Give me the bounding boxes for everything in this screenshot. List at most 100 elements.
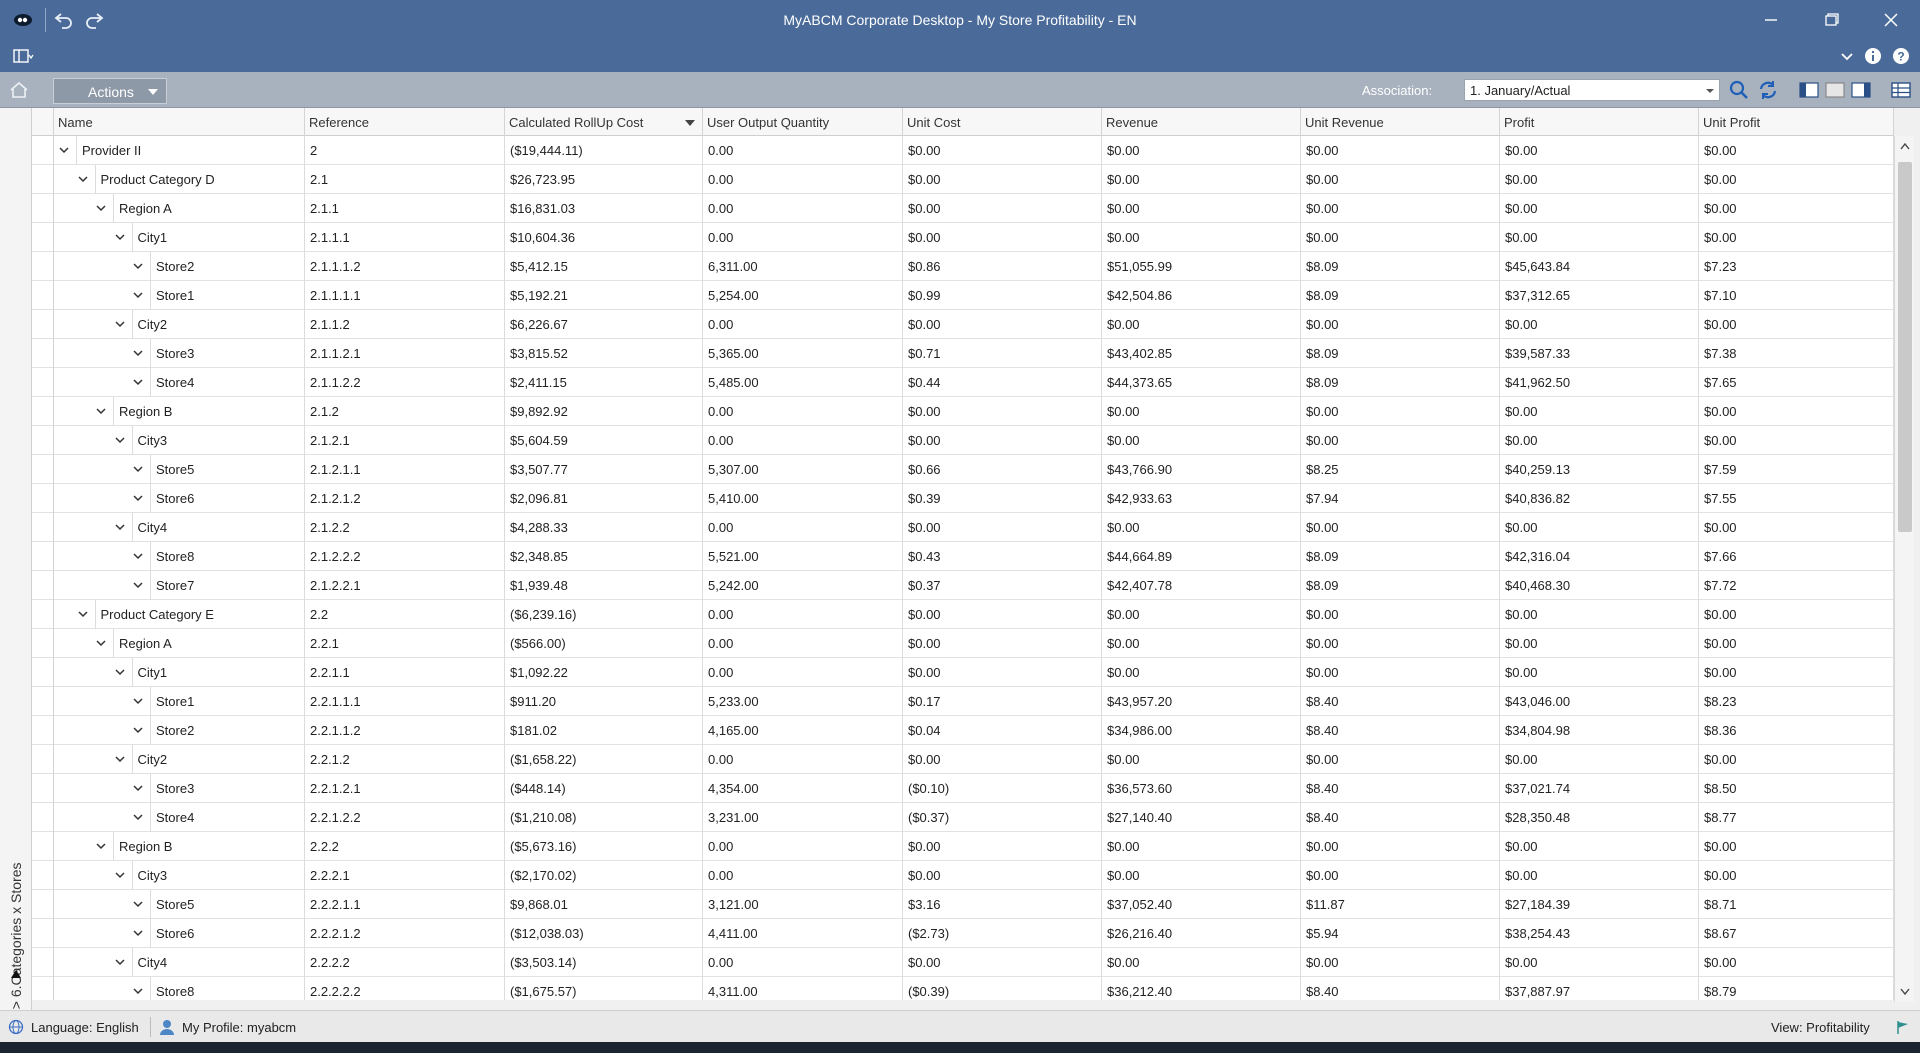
chevron-down-icon[interactable] xyxy=(132,899,144,909)
layout-right-icon[interactable] xyxy=(1850,79,1872,101)
table-row[interactable]: Provider II 2 ($19,444.11) 0.00 $0.00 $0.00 $0… xyxy=(32,136,1894,165)
info-icon[interactable] xyxy=(1862,46,1884,66)
chevron-down-icon[interactable] xyxy=(77,609,89,619)
chevron-down-icon[interactable] xyxy=(95,203,107,213)
table-row[interactable]: City1 2.2.1.1 $1,092.22 0.00 $0.00 $0.00 $0.00… xyxy=(32,658,1894,687)
table-row[interactable]: City2 2.2.1.2 ($1,658.22) 0.00 $0.00 $0.00 $0.… xyxy=(32,745,1894,774)
table-row[interactable]: City4 2.2.2.2 ($3,503.14) 0.00 $0.00 $0.00 $0.… xyxy=(32,948,1894,977)
tree-name-cell[interactable]: Store4 xyxy=(54,803,305,832)
table-row[interactable]: City2 2.1.1.2 $6,226.67 0.00 $0.00 $0.00 $0.00… xyxy=(32,310,1894,339)
chevron-down-icon[interactable] xyxy=(132,696,144,706)
table-row[interactable]: Store6 2.2.2.1.2 ($12,038.03) 4,411.00 ($2.7… xyxy=(32,919,1894,948)
tree-name-cell[interactable]: Store2 xyxy=(54,252,305,281)
chevron-down-icon[interactable] xyxy=(58,145,70,155)
column-header-name[interactable]: Name xyxy=(54,108,305,136)
tree-name-cell[interactable]: City4 xyxy=(54,948,305,977)
sort-descending-icon[interactable] xyxy=(684,118,696,128)
chevron-down-icon[interactable] xyxy=(132,290,144,300)
chevron-down-icon[interactable] xyxy=(95,406,107,416)
tree-name-cell[interactable]: City3 xyxy=(54,861,305,890)
chevron-down-icon[interactable] xyxy=(132,783,144,793)
column-header-profit[interactable]: Profit xyxy=(1500,108,1699,136)
tree-name-cell[interactable]: Store2 xyxy=(54,716,305,745)
row-selector-column[interactable] xyxy=(32,108,54,1000)
minimize-icon[interactable] xyxy=(1757,8,1785,32)
chevron-down-icon[interactable] xyxy=(77,174,89,184)
restore-icon[interactable] xyxy=(1817,8,1845,32)
table-row[interactable]: Store4 2.2.1.2.2 ($1,210.08) 3,231.00 ($0.37… xyxy=(32,803,1894,832)
profile-status[interactable]: My Profile: myabcm xyxy=(182,1020,296,1035)
refresh-icon[interactable] xyxy=(1757,79,1779,101)
chevron-down-icon[interactable] xyxy=(132,261,144,271)
column-header-calculated-rollup-cost[interactable]: Calculated RollUp Cost xyxy=(505,108,703,136)
table-row[interactable]: Store3 2.2.1.2.1 ($448.14) 4,354.00 ($0.10) $… xyxy=(32,774,1894,803)
tree-name-cell[interactable]: Store6 xyxy=(54,484,305,513)
tree-name-cell[interactable]: Store4 xyxy=(54,368,305,397)
tree-name-cell[interactable]: Region A xyxy=(54,194,305,223)
table-row[interactable]: Store8 2.1.2.2.2 $2,348.85 5,521.00 $0.43 $44… xyxy=(32,542,1894,571)
home-icon[interactable] xyxy=(8,80,30,100)
table-row[interactable]: City3 2.1.2.1 $5,604.59 0.00 $0.00 $0.00 $0.00… xyxy=(32,426,1894,455)
tree-name-cell[interactable]: City3 xyxy=(54,426,305,455)
tree-name-cell[interactable]: Region A xyxy=(54,629,305,658)
grid-view-icon[interactable] xyxy=(1890,79,1912,101)
chevron-down-icon[interactable] xyxy=(95,841,107,851)
view-status[interactable]: View: Profitability xyxy=(1771,1020,1870,1035)
tree-name-cell[interactable]: Region B xyxy=(54,397,305,426)
close-icon[interactable] xyxy=(1877,8,1905,32)
tree-name-cell[interactable]: Store1 xyxy=(54,281,305,310)
chevron-down-icon[interactable] xyxy=(95,638,107,648)
tree-name-cell[interactable]: Store7 xyxy=(54,571,305,600)
table-row[interactable]: City1 2.1.1.1 $10,604.36 0.00 $0.00 $0.00 $0.0… xyxy=(32,223,1894,252)
actions-button[interactable]: Actions xyxy=(53,78,167,104)
table-row[interactable]: Store5 2.1.2.1.1 $3,507.77 5,307.00 $0.66 $43… xyxy=(32,455,1894,484)
chevron-down-icon[interactable] xyxy=(114,754,126,764)
tree-name-cell[interactable]: Store1 xyxy=(54,687,305,716)
tree-name-cell[interactable]: Store5 xyxy=(54,455,305,484)
table-row[interactable]: Product Category E 2.2 ($6,239.16) 0.00 $0.0… xyxy=(32,600,1894,629)
chevron-down-icon[interactable] xyxy=(132,551,144,561)
column-header-unit-cost[interactable]: Unit Cost xyxy=(903,108,1102,136)
column-header-reference[interactable]: Reference xyxy=(305,108,505,136)
flag-icon[interactable] xyxy=(1895,1019,1911,1035)
tree-name-cell[interactable]: Store5 xyxy=(54,890,305,919)
association-select[interactable]: 1. January/Actual xyxy=(1464,79,1720,101)
table-row[interactable]: Store8 2.2.2.2.2 ($1,675.57) 4,311.00 ($0.39… xyxy=(32,977,1894,1000)
table-row[interactable]: City3 2.2.2.1 ($2,170.02) 0.00 $0.00 $0.00 $0.… xyxy=(32,861,1894,890)
table-row[interactable]: Store1 2.2.1.1.1 $911.20 5,233.00 $0.17 $43,9… xyxy=(32,687,1894,716)
vertical-scrollbar[interactable] xyxy=(1894,136,1914,1002)
table-row[interactable]: Store7 2.1.2.2.1 $1,939.48 5,242.00 $0.37 $42… xyxy=(32,571,1894,600)
chevron-down-icon[interactable] xyxy=(132,348,144,358)
chevron-down-icon[interactable] xyxy=(114,522,126,532)
tree-name-cell[interactable]: Store6 xyxy=(54,919,305,948)
table-row[interactable]: Store2 2.1.1.1.2 $5,412.15 6,311.00 $0.86 $51… xyxy=(32,252,1894,281)
table-row[interactable]: Region A 2.2.1 ($566.00) 0.00 $0.00 $0.00 $0.0… xyxy=(32,629,1894,658)
table-row[interactable]: Store1 2.1.1.1.1 $5,192.21 5,254.00 $0.99 $42… xyxy=(32,281,1894,310)
column-header-revenue[interactable]: Revenue xyxy=(1102,108,1301,136)
chevron-down-icon[interactable] xyxy=(132,493,144,503)
chevron-down-icon[interactable] xyxy=(132,725,144,735)
chevron-down-icon[interactable] xyxy=(132,928,144,938)
chevron-down-icon[interactable] xyxy=(114,232,126,242)
chevron-down-icon[interactable] xyxy=(132,377,144,387)
chevron-down-icon[interactable] xyxy=(132,464,144,474)
tree-name-cell[interactable]: Product Category D xyxy=(54,165,305,194)
search-icon[interactable] xyxy=(1728,79,1750,101)
tree-name-cell[interactable]: City2 xyxy=(54,745,305,774)
language-status[interactable]: Language: English xyxy=(31,1020,139,1035)
table-row[interactable]: Region B 2.2.2 ($5,673.16) 0.00 $0.00 $0.00 $0… xyxy=(32,832,1894,861)
scrollbar-thumb[interactable] xyxy=(1898,162,1912,532)
chevron-down-icon[interactable] xyxy=(114,957,126,967)
table-row[interactable]: Store3 2.1.1.2.1 $3,815.52 5,365.00 $0.71 $43… xyxy=(32,339,1894,368)
help-icon[interactable]: ? xyxy=(1890,46,1912,66)
table-row[interactable]: Region B 2.1.2 $9,892.92 0.00 $0.00 $0.00 $0.0… xyxy=(32,397,1894,426)
table-row[interactable]: City4 2.1.2.2 $4,288.33 0.00 $0.00 $0.00 $0.00… xyxy=(32,513,1894,542)
table-row[interactable]: Store2 2.2.1.1.2 $181.02 4,165.00 $0.04 $34,9… xyxy=(32,716,1894,745)
column-header-user-output-quantity[interactable]: User Output Quantity xyxy=(703,108,903,136)
chevron-down-icon[interactable] xyxy=(132,580,144,590)
collapse-up-icon[interactable] xyxy=(10,968,22,980)
chevron-down-icon[interactable] xyxy=(114,319,126,329)
chevron-down-icon[interactable] xyxy=(114,870,126,880)
table-row[interactable]: Store6 2.1.2.1.2 $2,096.81 5,410.00 $0.39 $42… xyxy=(32,484,1894,513)
tree-name-cell[interactable]: City4 xyxy=(54,513,305,542)
